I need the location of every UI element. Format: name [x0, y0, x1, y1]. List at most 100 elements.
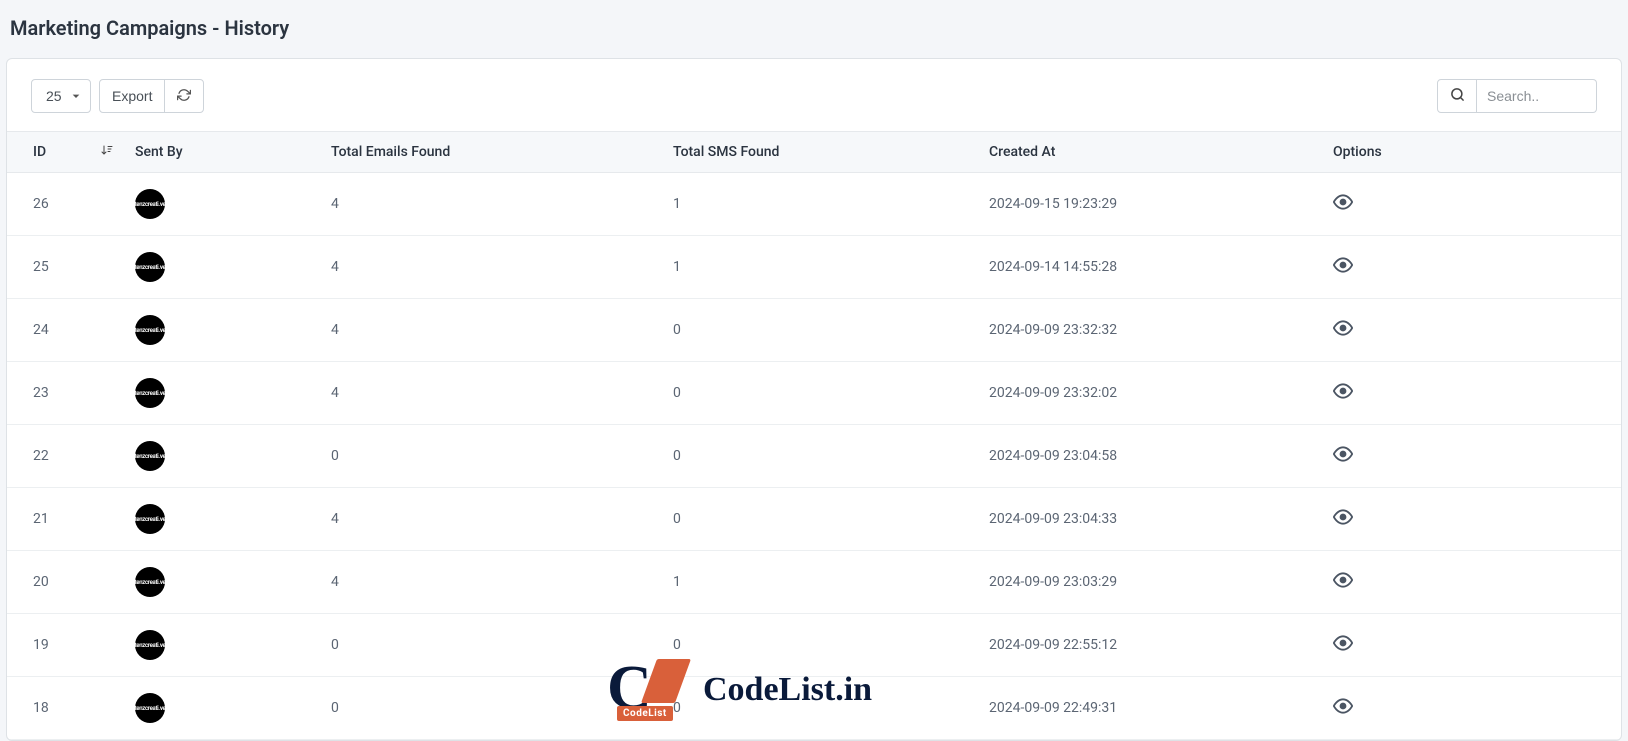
cell-sent-by: tenzcreati.ve: [123, 677, 319, 740]
search-wrap: [1437, 79, 1597, 113]
cell-options: [1321, 488, 1621, 551]
cell-total-sms: 1: [661, 236, 977, 299]
th-sent-by[interactable]: Sent By: [123, 132, 319, 173]
cell-id: 25: [7, 236, 123, 299]
cell-created-at: 2024-09-09 23:32:02: [977, 362, 1321, 425]
eye-icon: [1333, 192, 1353, 216]
cell-id: 22: [7, 425, 123, 488]
export-button[interactable]: Export: [99, 79, 165, 113]
cell-options: [1321, 551, 1621, 614]
cell-sent-by: tenzcreati.ve: [123, 425, 319, 488]
cell-options: [1321, 425, 1621, 488]
cell-options: [1321, 173, 1621, 236]
view-button[interactable]: [1333, 255, 1353, 279]
avatar: tenzcreati.ve: [135, 504, 165, 534]
view-button[interactable]: [1333, 696, 1353, 720]
toolbar: 25 Export: [7, 59, 1621, 131]
search-button[interactable]: [1437, 79, 1477, 113]
th-total-emails[interactable]: Total Emails Found: [319, 132, 661, 173]
eye-icon: [1333, 696, 1353, 720]
cell-total-emails: 0: [319, 425, 661, 488]
eye-icon: [1333, 570, 1353, 594]
cell-created-at: 2024-09-09 23:04:33: [977, 488, 1321, 551]
cell-total-sms: 0: [661, 362, 977, 425]
cell-created-at: 2024-09-09 23:04:58: [977, 425, 1321, 488]
search-input[interactable]: [1477, 79, 1597, 113]
cell-id: 21: [7, 488, 123, 551]
view-button[interactable]: [1333, 633, 1353, 657]
table-row: 25 tenzcreati.ve 4 1 2024-09-14 14:55:28: [7, 236, 1621, 299]
cell-sent-by: tenzcreati.ve: [123, 299, 319, 362]
th-id-label: ID: [33, 144, 46, 160]
eye-icon: [1333, 507, 1353, 531]
cell-created-at: 2024-09-09 22:49:31: [977, 677, 1321, 740]
cell-sent-by: tenzcreati.ve: [123, 488, 319, 551]
cell-total-emails: 4: [319, 236, 661, 299]
refresh-icon: [177, 88, 191, 105]
th-options: Options: [1321, 132, 1621, 173]
cell-total-emails: 4: [319, 551, 661, 614]
eye-icon: [1333, 633, 1353, 657]
view-button[interactable]: [1333, 444, 1353, 468]
view-button[interactable]: [1333, 570, 1353, 594]
cell-options: [1321, 677, 1621, 740]
table-row: 22 tenzcreati.ve 0 0 2024-09-09 23:04:58: [7, 425, 1621, 488]
table-row: 20 tenzcreati.ve 4 1 2024-09-09 23:03:29: [7, 551, 1621, 614]
eye-icon: [1333, 444, 1353, 468]
cell-id: 20: [7, 551, 123, 614]
th-id[interactable]: ID: [7, 132, 123, 173]
refresh-button[interactable]: [164, 79, 204, 113]
avatar: tenzcreati.ve: [135, 441, 165, 471]
eye-icon: [1333, 381, 1353, 405]
avatar: tenzcreati.ve: [135, 567, 165, 597]
page-size-select[interactable]: 25: [31, 79, 91, 113]
th-total-sms[interactable]: Total SMS Found: [661, 132, 977, 173]
toolbar-left: 25 Export: [31, 79, 204, 113]
cell-total-emails: 4: [319, 173, 661, 236]
cell-sent-by: tenzcreati.ve: [123, 362, 319, 425]
cell-total-sms: 0: [661, 425, 977, 488]
cell-options: [1321, 299, 1621, 362]
table-row: 18 tenzcreati.ve 0 0 2024-09-09 22:49:31: [7, 677, 1621, 740]
cell-options: [1321, 362, 1621, 425]
cell-total-emails: 4: [319, 488, 661, 551]
page-title: Marketing Campaigns - History: [10, 16, 1618, 40]
content-card: 25 Export: [6, 58, 1622, 741]
campaigns-table: ID Sent By Total Emails Found Total SMS …: [7, 131, 1621, 740]
cell-sent-by: tenzcreati.ve: [123, 236, 319, 299]
button-group: Export: [99, 79, 204, 113]
avatar: tenzcreati.ve: [135, 630, 165, 660]
cell-total-sms: 0: [661, 677, 977, 740]
cell-total-sms: 0: [661, 299, 977, 362]
view-button[interactable]: [1333, 318, 1353, 342]
table-row: 23 tenzcreati.ve 4 0 2024-09-09 23:32:02: [7, 362, 1621, 425]
eye-icon: [1333, 255, 1353, 279]
th-created-at[interactable]: Created At: [977, 132, 1321, 173]
table-row: 26 tenzcreati.ve 4 1 2024-09-15 19:23:29: [7, 173, 1621, 236]
view-button[interactable]: [1333, 192, 1353, 216]
eye-icon: [1333, 318, 1353, 342]
cell-created-at: 2024-09-15 19:23:29: [977, 173, 1321, 236]
cell-id: 24: [7, 299, 123, 362]
table-header-row: ID Sent By Total Emails Found Total SMS …: [7, 132, 1621, 173]
cell-total-sms: 1: [661, 173, 977, 236]
cell-total-emails: 0: [319, 677, 661, 740]
cell-sent-by: tenzcreati.ve: [123, 173, 319, 236]
table-wrap: ID Sent By Total Emails Found Total SMS …: [7, 131, 1621, 740]
page-header: Marketing Campaigns - History: [0, 0, 1628, 58]
cell-options: [1321, 236, 1621, 299]
view-button[interactable]: [1333, 507, 1353, 531]
avatar: tenzcreati.ve: [135, 189, 165, 219]
cell-id: 26: [7, 173, 123, 236]
table-row: 24 tenzcreati.ve 4 0 2024-09-09 23:32:32: [7, 299, 1621, 362]
sort-desc-icon: [101, 143, 113, 161]
table-row: 21 tenzcreati.ve 4 0 2024-09-09 23:04:33: [7, 488, 1621, 551]
avatar: tenzcreati.ve: [135, 693, 165, 723]
view-button[interactable]: [1333, 381, 1353, 405]
avatar: tenzcreati.ve: [135, 252, 165, 282]
cell-total-emails: 4: [319, 299, 661, 362]
cell-id: 18: [7, 677, 123, 740]
cell-total-emails: 4: [319, 362, 661, 425]
cell-created-at: 2024-09-09 23:32:32: [977, 299, 1321, 362]
cell-id: 23: [7, 362, 123, 425]
